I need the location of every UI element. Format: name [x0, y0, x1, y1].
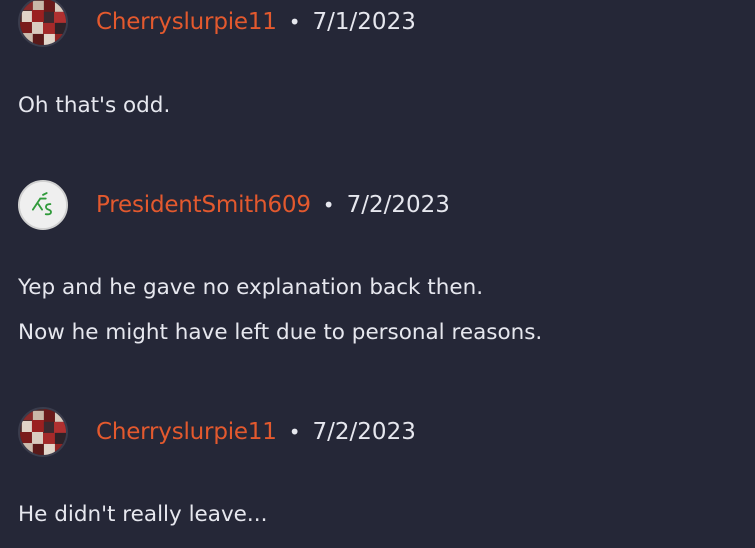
comment-text: Now he might have left due to personal r… [18, 320, 543, 345]
signature-avatar-icon[interactable] [18, 180, 68, 230]
comment-header: PresidentSmith609 • 7/2/2023 [18, 179, 450, 231]
comment-header: Cherryslurpie11 • 7/1/2023 [18, 0, 416, 48]
username-link[interactable]: Cherryslurpie11 [96, 419, 277, 445]
comment-date: 7/2/2023 [312, 419, 416, 445]
comment-date: 7/2/2023 [346, 192, 450, 218]
comment-text: He didn't really leave... [18, 502, 268, 527]
comment-header: Cherryslurpie11 • 7/2/2023 [18, 406, 416, 458]
collage-avatar-icon[interactable] [18, 0, 68, 47]
comment-date: 7/1/2023 [312, 9, 416, 35]
separator-dot: • [288, 420, 301, 444]
comment-text: Yep and he gave no explanation back then… [18, 275, 484, 300]
separator-dot: • [288, 10, 301, 34]
comment-text: Oh that's odd. [18, 93, 171, 118]
username-link[interactable]: PresidentSmith609 [96, 192, 311, 218]
separator-dot: • [322, 193, 335, 217]
collage-avatar-icon[interactable] [18, 407, 68, 457]
username-link[interactable]: Cherryslurpie11 [96, 9, 277, 35]
